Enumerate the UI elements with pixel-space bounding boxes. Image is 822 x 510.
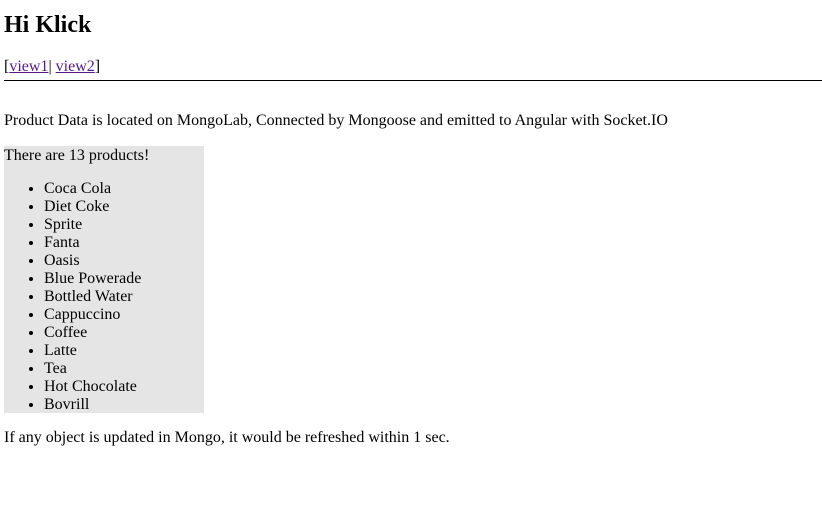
view1-link[interactable]: view1 [9, 58, 48, 75]
list-item: Latte [44, 342, 204, 360]
page-title: Hi Klick [4, 12, 92, 38]
list-item: Oasis [44, 252, 204, 270]
list-item: Bovrill [44, 396, 204, 414]
list-item: Cappuccino [44, 306, 204, 324]
list-item: Fanta [44, 234, 204, 252]
list-item: Coca Cola [44, 180, 204, 198]
refresh-note: If any object is updated in Mongo, it wo… [4, 429, 450, 446]
list-item: Sprite [44, 216, 204, 234]
list-item: Diet Coke [44, 198, 204, 216]
list-item: Hot Chocolate [44, 378, 204, 396]
view-nav: [view1| view2] [4, 58, 822, 76]
product-count: There are 13 products! [4, 147, 150, 164]
divider [4, 80, 822, 81]
nav-close-bracket: ] [94, 58, 101, 75]
list-item: Bottled Water [44, 288, 204, 306]
page: Hi Klick [view1| view2] Product Data is … [0, 0, 822, 447]
list-item: Tea [44, 360, 204, 378]
list-item: Coffee [44, 324, 204, 342]
nav-separator: | [48, 58, 52, 75]
description-text: Product Data is located on MongoLab, Con… [4, 112, 668, 129]
list-item: Blue Powerade [44, 270, 204, 288]
product-panel: There are 13 products! Coca Cola Diet Co… [4, 146, 204, 413]
product-list: Coca Cola Diet Coke Sprite Fanta Oasis B… [4, 180, 204, 414]
view2-link[interactable]: view2 [56, 58, 95, 75]
